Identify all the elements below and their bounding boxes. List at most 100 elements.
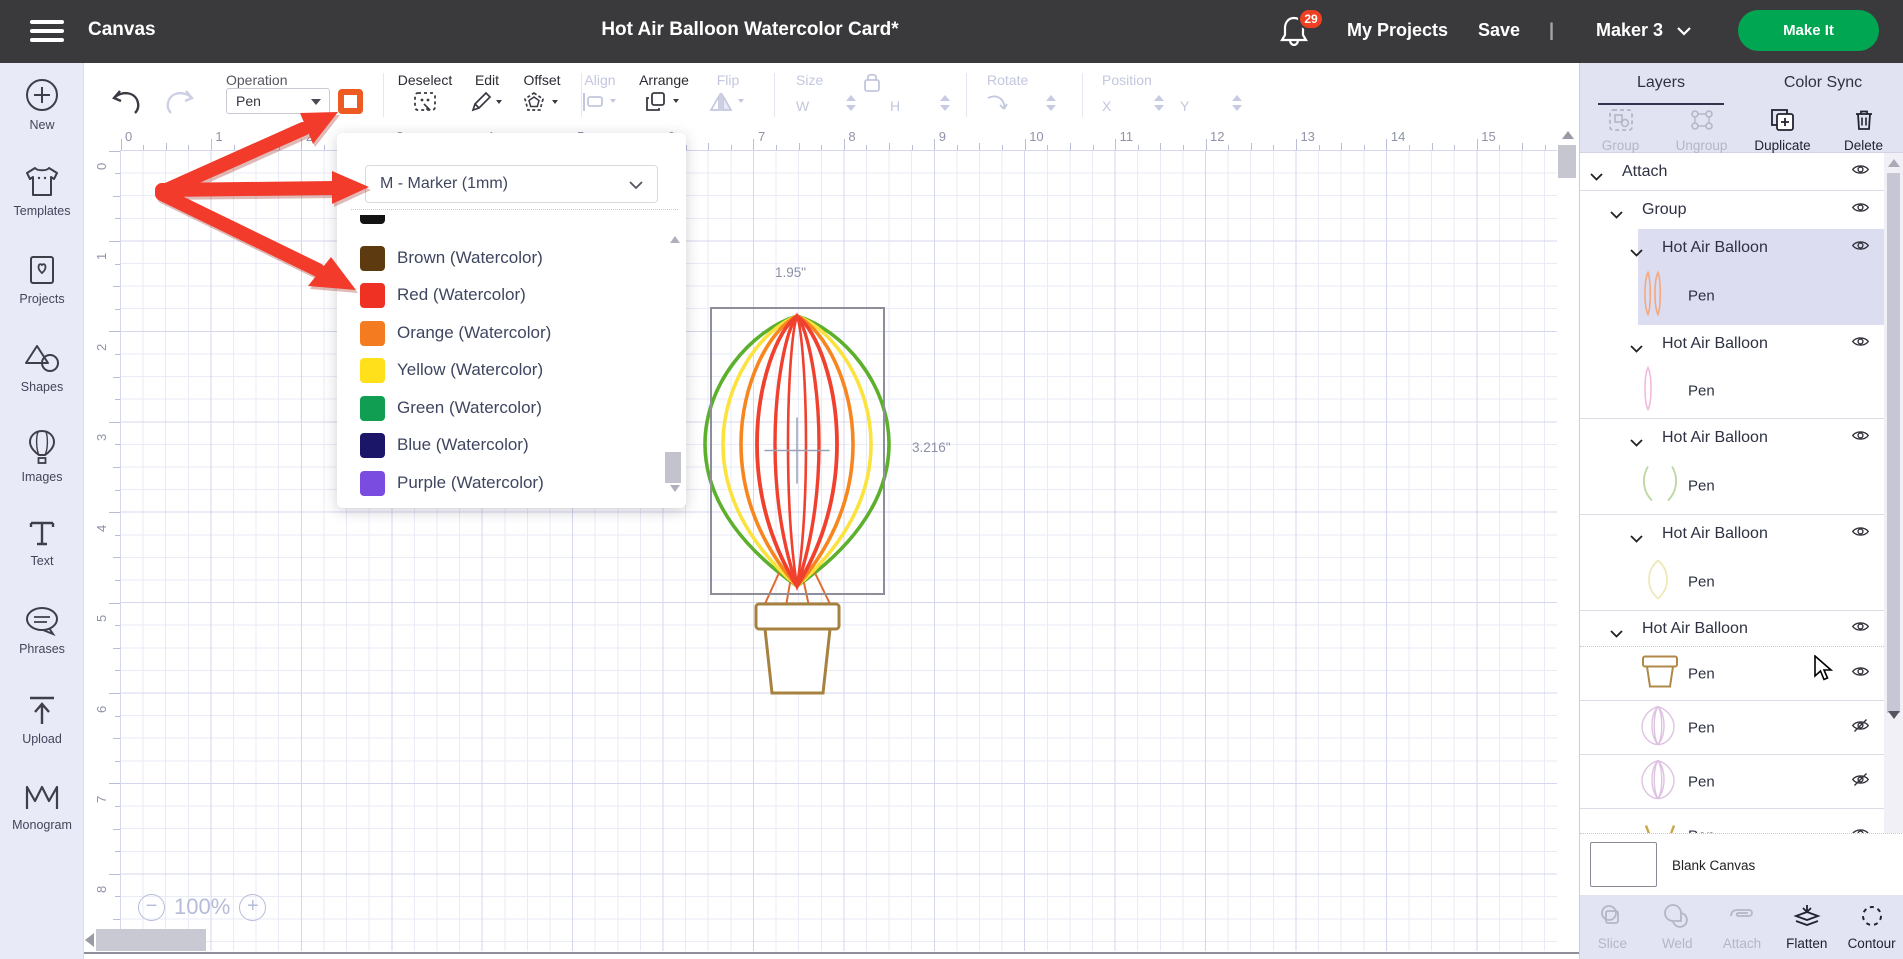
expand-chevron-icon[interactable] [1610,206,1623,224]
expand-chevron-icon[interactable] [1630,434,1643,452]
eye-icon[interactable] [1851,664,1870,683]
contour-button[interactable]: Contour [1839,895,1903,959]
color-option-label: Orange (Watercolor) [397,323,551,343]
operation-select[interactable]: Pen [226,88,330,114]
sidebar-item-new[interactable]: New [0,63,84,151]
layers-scrollbar-thumb[interactable] [1887,173,1900,713]
eye-icon[interactable] [1851,239,1870,258]
color-option-partial[interactable] [337,215,667,225]
color-option-brown[interactable]: Brown (Watercolor) [337,246,667,276]
layer-group-row[interactable]: Hot Air Balloon [1580,611,1884,647]
pen-tip-select[interactable]: M - Marker (1mm) [365,165,658,203]
ungroup-button[interactable]: Ungroup [1661,105,1742,152]
layer-group-row[interactable]: Hot Air Balloon [1580,419,1884,457]
scroll-up-arrow[interactable] [1562,131,1574,139]
color-option-orange[interactable]: Orange (Watercolor) [337,321,667,351]
eye-icon[interactable] [1851,525,1870,544]
color-option-blue[interactable]: Blue (Watercolor) [337,433,667,463]
flatten-button[interactable]: Flatten [1774,895,1839,959]
position-y-stepper[interactable] [1232,95,1242,111]
zoom-in-button[interactable]: + [239,894,266,921]
expand-chevron-icon[interactable] [1630,530,1643,548]
deselect-button[interactable]: Deselect [390,63,460,118]
color-option-purple[interactable]: Purple (Watercolor) [337,471,667,501]
layer-pen-row[interactable]: Pen [1580,755,1884,809]
dropdown-scroll-down[interactable] [670,485,680,492]
layer-pen-row[interactable]: Pen [1580,363,1884,419]
color-option-red[interactable]: Red (Watercolor) [337,283,667,313]
zoom-out-button[interactable]: − [138,894,165,921]
layer-group-row[interactable]: Hot Air Balloon [1580,229,1884,267]
offset-icon [523,91,561,113]
eye-off-icon[interactable] [1851,717,1870,738]
sidebar-item-upload[interactable]: Upload [0,679,84,767]
make-it-button[interactable]: Make It [1738,10,1879,51]
save-link[interactable]: Save [1478,20,1520,41]
duplicate-button[interactable]: Duplicate [1742,105,1823,152]
rotate-stepper[interactable] [1046,95,1056,111]
sidebar-item-monogram[interactable]: Monogram [0,767,84,855]
sidebar-item-projects[interactable]: Projects [0,239,84,327]
layer-pen-row[interactable]: Pen [1580,457,1884,515]
sidebar-item-text[interactable]: Text [0,503,84,591]
flip-button[interactable]: Flip [697,63,759,118]
my-projects-link[interactable]: My Projects [1347,20,1448,41]
layer-pen-row[interactable]: Pen [1580,701,1884,755]
size-h-stepper[interactable] [940,95,950,111]
selection-bounding-box[interactable] [710,307,885,595]
expand-chevron-icon[interactable] [1590,168,1603,186]
expand-chevron-icon[interactable] [1610,625,1623,643]
color-option-yellow[interactable]: Yellow (Watercolor) [337,358,667,388]
design-canvas[interactable]: 0123456789101112131415 012345678 1.95" 3 [84,126,1579,959]
eye-icon[interactable] [1851,162,1870,181]
arrange-button[interactable]: Arrange [633,63,695,118]
layers-scroll-up[interactable] [1888,159,1900,167]
layer-pen-row[interactable]: Pen [1580,267,1884,325]
scroll-left-arrow[interactable] [85,933,94,947]
align-button[interactable]: Align [569,63,631,117]
group-button[interactable]: Group [1580,105,1661,152]
sidebar-item-shapes[interactable]: Shapes [0,327,84,415]
tab-color-sync[interactable]: Color Sync [1742,63,1903,105]
layer-group-row[interactable]: Hot Air Balloon [1580,325,1884,363]
tab-layers[interactable]: Layers [1580,63,1742,105]
blank-canvas-row[interactable]: Blank Canvas [1580,833,1903,895]
color-option-green[interactable]: Green (Watercolor) [337,396,667,426]
expand-chevron-icon[interactable] [1630,340,1643,358]
notifications-button[interactable]: 29 [1280,14,1324,54]
expand-chevron-icon[interactable] [1630,244,1643,262]
delete-button[interactable]: Delete [1823,105,1903,152]
position-x-stepper[interactable] [1154,95,1164,111]
pen-color-swatch[interactable] [338,89,363,114]
slice-button[interactable]: Slice [1580,895,1645,959]
undo-icon[interactable] [110,89,144,115]
layers-scroll-down[interactable] [1888,711,1900,719]
machine-selector[interactable]: Maker 3 [1596,20,1692,41]
layer-pen-row[interactable]: Pen [1580,553,1884,611]
layer-group-row[interactable]: Group [1580,191,1884,229]
attach-button[interactable]: Attach [1710,895,1775,959]
weld-button[interactable]: Weld [1645,895,1710,959]
eye-off-icon[interactable] [1851,771,1870,792]
layer-group-row[interactable]: Attach [1580,153,1884,191]
size-w-stepper[interactable] [846,95,856,111]
sidebar-item-images[interactable]: Images [0,415,84,503]
vertical-scrollbar-thumb[interactable] [1558,145,1576,178]
edit-button[interactable]: Edit [465,63,509,118]
eye-icon[interactable] [1851,619,1870,638]
horizontal-scrollbar-thumb[interactable] [96,929,206,951]
layer-pen-row[interactable]: Pen [1580,647,1884,701]
layer-pen-row[interactable]: Pen [1580,809,1884,833]
sidebar-item-phrases[interactable]: Phrases [0,591,84,679]
eye-icon[interactable] [1851,201,1870,220]
layer-group-row[interactable]: Hot Air Balloon [1580,515,1884,553]
dropdown-scroll-up[interactable] [670,236,680,243]
dropdown-scrollbar-thumb[interactable] [665,452,681,483]
menu-icon[interactable] [30,20,64,44]
offset-button[interactable]: Offset [514,63,570,118]
eye-icon[interactable] [1851,429,1870,448]
eye-icon[interactable] [1851,335,1870,354]
redo-icon[interactable] [162,89,196,115]
sidebar-item-templates[interactable]: Templates [0,151,84,239]
lock-icon[interactable] [863,71,881,93]
